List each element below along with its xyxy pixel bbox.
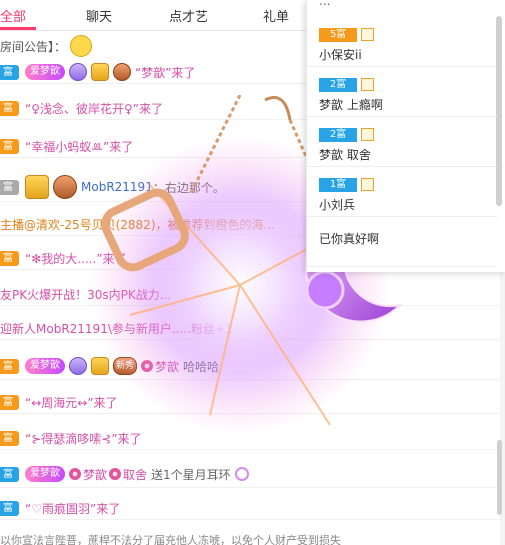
chat-row: 富 爱梦歆 梦歆 取舍 送1个星月耳环 (0, 461, 500, 488)
fu-badge: 富 (0, 466, 19, 482)
chat-text: “♡雨痕圄羽”来了 (25, 501, 121, 516)
level-medal-icon (69, 357, 87, 375)
fu-badge: 富 (0, 64, 19, 80)
rank-badge: 5富 (319, 28, 357, 42)
chat-row: 迎新人MobR21191\参与新用户.....粉丝+1 (0, 317, 500, 340)
rank-badge: 1富 (319, 178, 357, 192)
tab-chat[interactable]: 聊天 (86, 6, 112, 25)
fu-badge: 富 (0, 430, 19, 446)
newbie-medal: 新秀 (113, 357, 138, 375)
gift-text: 送1个星月耳环 (151, 467, 231, 482)
system-text: 迎新人MobR21191\参与新用户.....粉丝+1 (0, 321, 233, 336)
earring-gift-icon (234, 467, 249, 481)
wealth-medal-icon (25, 175, 49, 199)
flower-icon (109, 468, 122, 480)
gift-rank-panel: ... 5富 小保安ii 2富 梦歆 上瘾啊 2富 梦歆 取舍 1富 小刘兵 已… (306, 0, 505, 272)
rank-user-name: 已你真好啊 (319, 232, 380, 246)
flower-icon (141, 360, 154, 372)
level-medal-icon (69, 63, 87, 81)
fan-pill: 爱梦歆 (25, 64, 65, 80)
rank-item[interactable]: 已你真好啊 (307, 220, 497, 267)
fu-badge: 富 (0, 179, 19, 195)
flower-icon (69, 468, 81, 480)
rank-item[interactable]: 5富 小保安ii (307, 20, 497, 67)
system-text: 友PK火爆开战！30s内PK战力... (0, 287, 172, 302)
chat-text: “♀浅念、彼岸花开♀”来了 (25, 101, 164, 116)
rank-item[interactable]: 2富 梦歆 取舍 (307, 120, 497, 167)
announcement-label: 房间公告】： (0, 39, 67, 54)
fu-badge: 富 (0, 358, 19, 374)
wealth-medal-icon (91, 357, 109, 375)
fan-pill: 爱梦歆 (25, 358, 65, 374)
user-icon (361, 128, 374, 141)
panel-top-text: ... (319, 0, 331, 8)
rank-user-name: 梦歆 取舍 (319, 148, 371, 162)
fu-badge: 富 (0, 100, 19, 116)
chat-row: 富 “⊱得瑟滴哆嗦⊰”来了 (0, 427, 500, 450)
user-icon (361, 78, 374, 91)
active-tab-indicator (0, 27, 36, 30)
fan-pill: 爱梦歆 (25, 466, 65, 482)
gift-target[interactable]: 取舍 (123, 466, 147, 483)
wealth-medal-icon (91, 63, 109, 81)
rank-badge: 2富 (319, 78, 357, 92)
tab-gift-list[interactable]: 礼单 (263, 6, 289, 25)
rank-item[interactable]: 2富 梦歆 上瘾啊 (307, 70, 497, 117)
rank-user-name: 小刘兵 (319, 198, 356, 212)
rank-user-name: 小保安ii (319, 48, 362, 62)
chat-row: 富 “♡雨痕圄羽”来了 (0, 497, 500, 520)
rank-badge: 2富 (319, 128, 357, 142)
chat-text: “⊱得瑟滴哆嗦⊰”来了 (25, 431, 142, 446)
rank-item[interactable]: 1富 小刘兵 (307, 170, 497, 217)
fu-badge: 富 (0, 394, 19, 410)
chat-text: 哈哈哈 (183, 359, 220, 374)
chat-scrollbar[interactable] (497, 440, 502, 515)
user-name[interactable]: 梦歆 (155, 358, 179, 375)
fu-badge: 富 (0, 138, 19, 154)
system-text: 主播@清欢-25号贝贝(2882)，被推荐到橙色的海... (0, 217, 275, 232)
safety-notice: 以你宣法言陛菩，蔗桿不法分了届充他人冻唬，以免个人财产受到损失 (0, 534, 341, 545)
user-name[interactable]: 梦歆 (83, 466, 107, 483)
chat-row: 富 爱梦歆 新秀 梦歆 哈哈哈 (0, 353, 500, 380)
chat-row: 富 “↔周海元↔”来了 (0, 391, 500, 414)
tab-talent[interactable]: 点才艺 (169, 6, 208, 25)
emoji-icon (70, 35, 93, 57)
fu-badge: 富 (0, 500, 19, 516)
rank-medal-icon (53, 175, 77, 199)
rank-medal-icon (113, 63, 131, 81)
user-name[interactable]: MobR21191 (81, 180, 153, 194)
fu-badge: 富 (0, 250, 19, 266)
tab-all[interactable]: 全部 (0, 6, 26, 25)
user-icon (361, 28, 374, 41)
chat-text: “梦歆”来了 (135, 65, 196, 80)
chat-text: “↔周海元↔”来了 (25, 395, 118, 410)
chat-row: 友PK火爆开战！30s内PK战力... (0, 283, 500, 306)
chat-text: “✻我的大.....”来了 (25, 251, 127, 266)
rank-user-name: 梦歆 上瘾啊 (319, 98, 383, 112)
chat-text: ：右边那个。 (152, 180, 225, 195)
user-icon (361, 178, 374, 191)
chat-text: “幸福小蚂蚁ꔛ”来了 (25, 139, 134, 154)
